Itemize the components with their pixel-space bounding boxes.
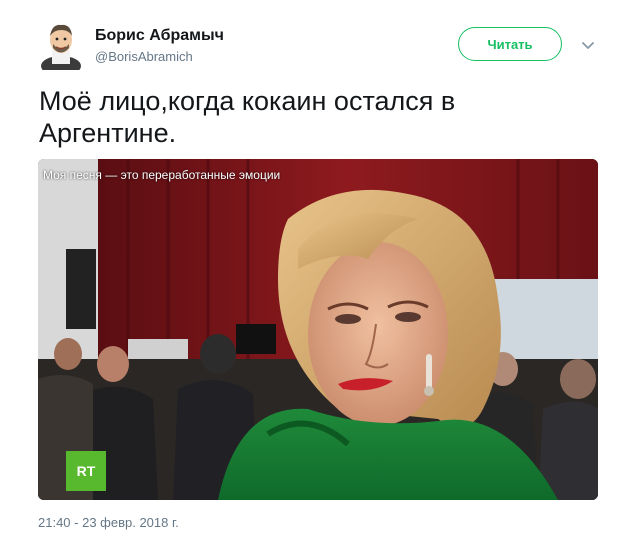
- avatar[interactable]: [39, 20, 83, 76]
- tweet-timestamp[interactable]: 21:40 - 23 февр. 2018 г.: [38, 515, 179, 530]
- follow-button[interactable]: Читать: [458, 27, 562, 61]
- tweet-media-video[interactable]: Моя песня — это переработанные эмоции RT: [38, 159, 598, 500]
- chevron-down-icon[interactable]: [578, 36, 598, 56]
- video-caption: Моя песня — это переработанные эмоции: [43, 168, 281, 182]
- tweet-text: Моё лицо,когда кокаин остался в Аргентин…: [39, 86, 456, 148]
- author-name[interactable]: Борис Абрамыч: [95, 26, 224, 46]
- author-handle[interactable]: @BorisAbramich: [95, 48, 224, 66]
- channel-logo: RT: [66, 451, 106, 491]
- tweet-card: Борис Абрамыч @BorisAbramich Читать Моё …: [0, 0, 637, 541]
- author-block[interactable]: Борис Абрамыч @BorisAbramich: [95, 26, 224, 66]
